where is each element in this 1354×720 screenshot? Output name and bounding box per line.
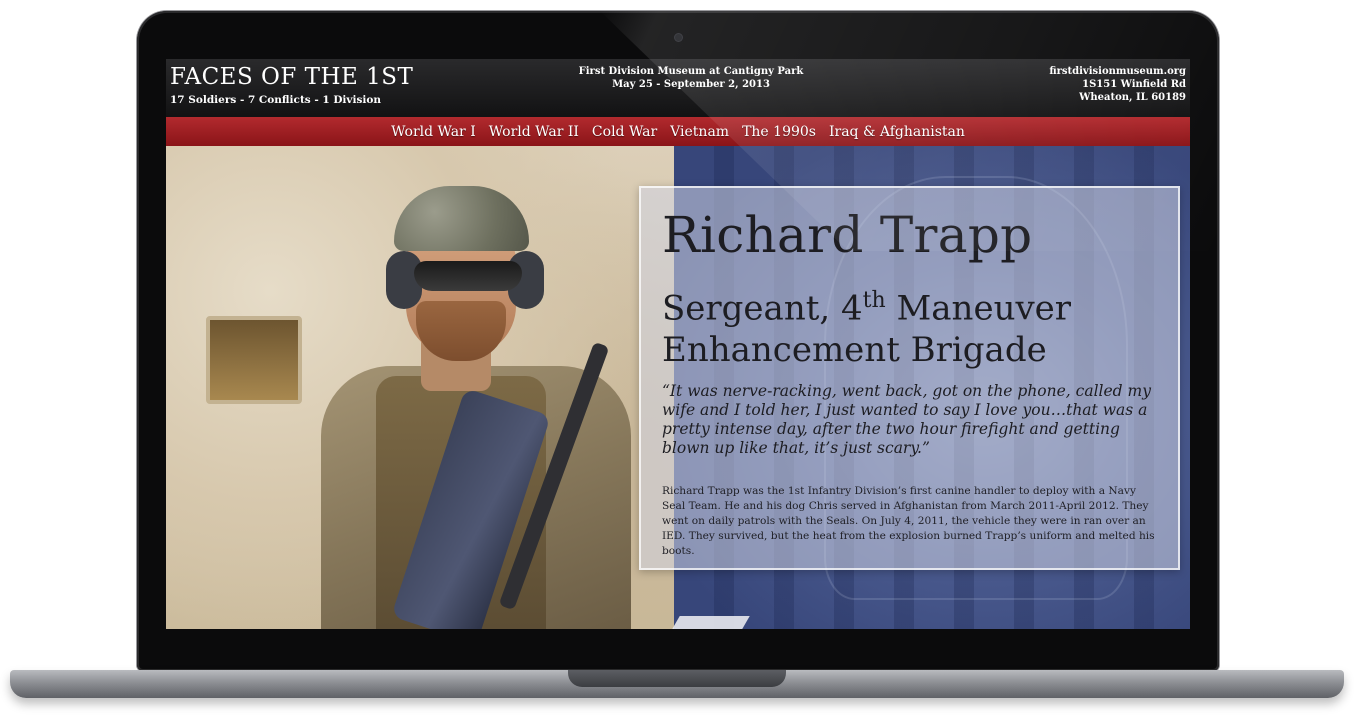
profile-panel: Richard Trapp Sergeant, 4th Maneuver Enh…: [639, 186, 1180, 570]
profile-name: Richard Trapp: [662, 206, 1033, 264]
nav-item-the-1990s[interactable]: The 1990s: [742, 124, 816, 140]
site-title[interactable]: FACES OF THE 1ST: [170, 64, 413, 90]
soldier-helmet: [394, 186, 529, 251]
rank-text: Sergeant, 4: [662, 288, 863, 329]
nav-item-cold-war[interactable]: Cold War: [592, 124, 657, 140]
address-info: firstdivisionmuseum.org 1S151 Winfield R…: [1049, 65, 1186, 104]
website-link[interactable]: firstdivisionmuseum.org: [1049, 65, 1186, 78]
nav-item-world-war-i[interactable]: World War I: [391, 124, 476, 140]
soldier-photo: [246, 166, 676, 629]
nav-item-iraq-afghanistan[interactable]: Iraq & Afghanistan: [829, 124, 965, 140]
nav-item-vietnam[interactable]: Vietnam: [670, 124, 729, 140]
profile-quote: “It was nerve-racking, went back, got on…: [662, 382, 1151, 457]
soldier-sunglasses: [414, 261, 522, 291]
profile-rank: Sergeant, 4th Maneuver Enhancement Briga…: [662, 280, 1162, 371]
nav-item-world-war-ii[interactable]: World War II: [489, 124, 579, 140]
slide-indicator[interactable]: [672, 616, 750, 629]
address-city: Wheaton, IL 60189: [1079, 92, 1186, 103]
address-street: 1S151 Winfield Rd: [1082, 79, 1186, 90]
rank-ordinal: th: [862, 288, 886, 313]
laptop-notch: [568, 670, 786, 687]
site-header: FACES OF THE 1ST 17 Soldiers - 7 Conflic…: [166, 59, 1190, 117]
venue-name: First Division Museum at Cantigny Park: [578, 66, 804, 77]
webcam-icon: [675, 34, 682, 41]
main-nav: World War I World War II Cold War Vietna…: [166, 117, 1190, 146]
venue-dates: May 25 - September 2, 2013: [612, 79, 770, 90]
venue-info: First Division Museum at Cantigny Park M…: [546, 65, 836, 91]
hero-banner: Richard Trapp Sergeant, 4th Maneuver Enh…: [166, 146, 1190, 629]
laptop-screen: FACES OF THE 1ST 17 Soldiers - 7 Conflic…: [166, 59, 1190, 629]
site-subtitle: 17 Soldiers - 7 Conflicts - 1 Division: [170, 94, 382, 106]
profile-bio: Richard Trapp was the 1st Infantry Divis…: [662, 485, 1155, 557]
